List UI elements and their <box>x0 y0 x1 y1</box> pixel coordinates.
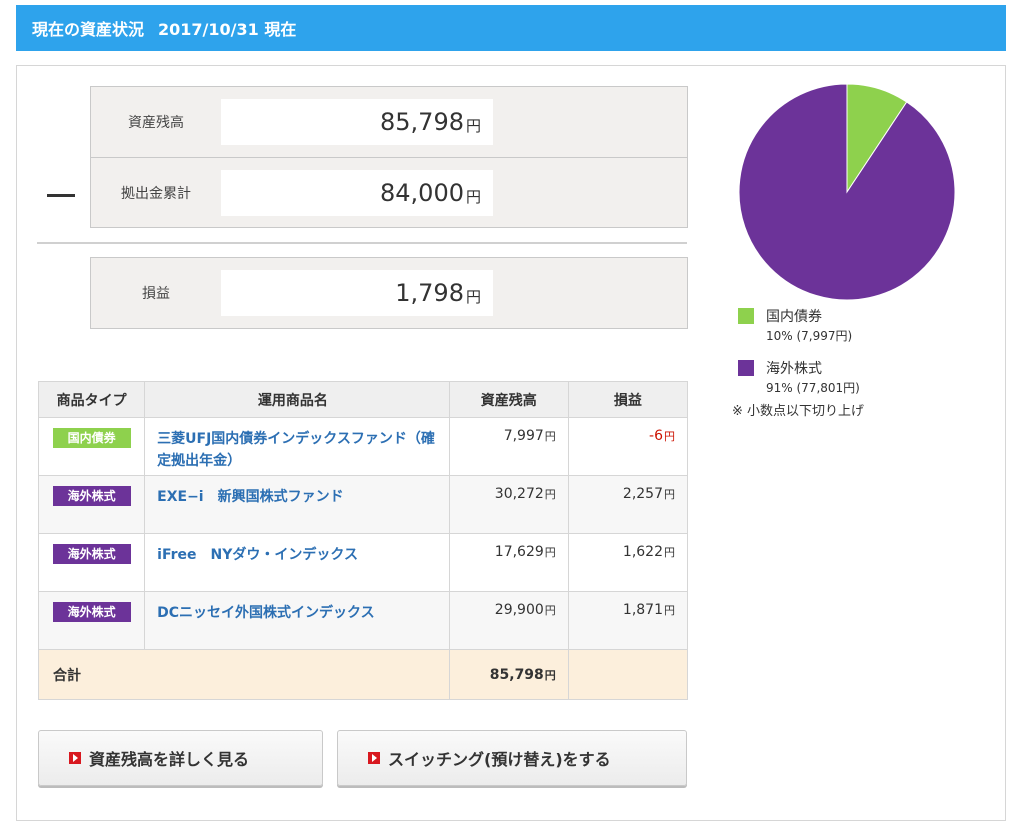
fund-name-link[interactable]: EXE−i 新興国株式ファンド <box>157 489 343 505</box>
fund-name-link[interactable]: iFree NYダウ・インデックス <box>157 547 358 563</box>
divider <box>37 242 687 244</box>
switching-label: スイッチング(預け替え)をする <box>388 750 611 769</box>
yen-unit: 円 <box>465 187 481 206</box>
balance-value: 7,997円 <box>503 428 556 444</box>
legend-value: 91% (77,801円) <box>766 381 860 395</box>
pie-slice-1 <box>738 83 956 301</box>
profit-label: 損益 <box>142 286 170 302</box>
fund-name-link[interactable]: DCニッセイ外国株式インデックス <box>157 605 374 621</box>
switching-button[interactable]: スイッチング(預け替え)をする <box>337 730 687 786</box>
arrow-right-icon <box>368 752 380 764</box>
table-header-row: 商品タイプ 運用商品名 資産残高 損益 <box>37 381 689 418</box>
legend-label: 国内債券 <box>766 309 822 325</box>
allocation-pie-chart <box>738 83 956 301</box>
profit-value: 1,622円 <box>622 544 675 560</box>
category-badge: 海外株式 <box>52 544 131 564</box>
profit-row: 損益 1,798 円 <box>91 258 687 328</box>
header-balance: 資産残高 <box>448 381 569 418</box>
yen-unit: 円 <box>465 116 481 135</box>
pie-legend: 国内債券 10% (7,997円) 海外株式 91% (77,801円) <box>738 306 860 410</box>
legend-swatch <box>738 360 754 376</box>
legend-value: 10% (7,997円) <box>766 329 853 343</box>
asset-balance-row: 資産残高 85,798 円 <box>91 87 687 157</box>
table-row: 海外株式 EXE−i 新興国株式ファンド 30,272円 2,257円 <box>37 475 689 534</box>
profit-amount: 1,798 <box>395 279 464 307</box>
rounding-note: ※ 小数点以下切り上げ <box>732 404 865 419</box>
profit-summary-box: 損益 1,798 円 <box>90 257 688 329</box>
table-row: 国内債券 三菱UFJ国内債券インデックスファンド（確定拠出年金） 7,997円 … <box>37 417 689 476</box>
page-title: 現在の資産状況 <box>32 20 145 39</box>
asset-balance-value: 85,798 円 <box>221 99 493 145</box>
contribution-value: 84,000 円 <box>221 170 493 216</box>
category-badge: 国内債券 <box>52 428 131 448</box>
balance-value: 30,272円 <box>494 486 556 502</box>
header-profit: 損益 <box>567 381 689 418</box>
legend-item-domestic-bond: 国内債券 10% (7,997円) <box>738 306 860 358</box>
header-product-type: 商品タイプ <box>37 381 146 418</box>
view-balance-detail-button[interactable]: 資産残高を詳しく見る <box>38 730 323 786</box>
page-header: 現在の資産状況 2017/10/31 現在 <box>16 5 1006 51</box>
contribution-label: 拠出金累計 <box>121 186 191 202</box>
fund-name-link[interactable]: 三菱UFJ国内債券インデックスファンド（確定拠出年金） <box>157 431 435 469</box>
balance-value: 17,629円 <box>494 544 556 560</box>
arrow-right-icon <box>69 752 81 764</box>
category-badge: 海外株式 <box>52 486 131 506</box>
minus-icon <box>47 194 75 197</box>
balance-value: 29,900円 <box>494 602 556 618</box>
as-of-date: 2017/10/31 現在 <box>158 20 297 39</box>
total-balance-value: 85,798円 <box>489 666 556 683</box>
legend-label: 海外株式 <box>766 361 822 377</box>
total-profit-cell <box>567 649 689 700</box>
yen-unit: 円 <box>465 287 481 306</box>
table-row: 海外株式 iFree NYダウ・インデックス 17,629円 1,622円 <box>37 533 689 592</box>
total-row: 合計 85,798円 <box>38 649 689 700</box>
profit-value: 2,257円 <box>622 486 675 502</box>
asset-status-panel: 資産残高 85,798 円 拠出金累計 84,000 円 損益 1,798 円 商品タ… <box>16 65 1006 821</box>
table-row: 海外株式 DCニッセイ外国株式インデックス 29,900円 1,871円 <box>37 591 689 650</box>
contribution-row: 拠出金累計 84,000 円 <box>91 157 687 227</box>
asset-balance-amount: 85,798 <box>380 108 464 136</box>
asset-balance-label: 資産残高 <box>128 115 184 131</box>
contribution-amount: 84,000 <box>380 179 464 207</box>
total-label: 合計 <box>38 649 450 700</box>
profit-value: -6円 <box>649 428 675 444</box>
balance-summary-box: 資産残高 85,798 円 拠出金累計 84,000 円 <box>90 86 688 228</box>
header-fund-name: 運用商品名 <box>144 381 450 418</box>
category-badge: 海外株式 <box>52 602 131 622</box>
profit-value: 1,798 円 <box>221 270 493 316</box>
legend-swatch <box>738 308 754 324</box>
view-balance-detail-label: 資産残高を詳しく見る <box>89 750 250 769</box>
holdings-table: 商品タイプ 運用商品名 資産残高 損益 国内債券 三菱UFJ国内債券インデックス… <box>37 381 689 700</box>
profit-value: 1,871円 <box>622 602 675 618</box>
